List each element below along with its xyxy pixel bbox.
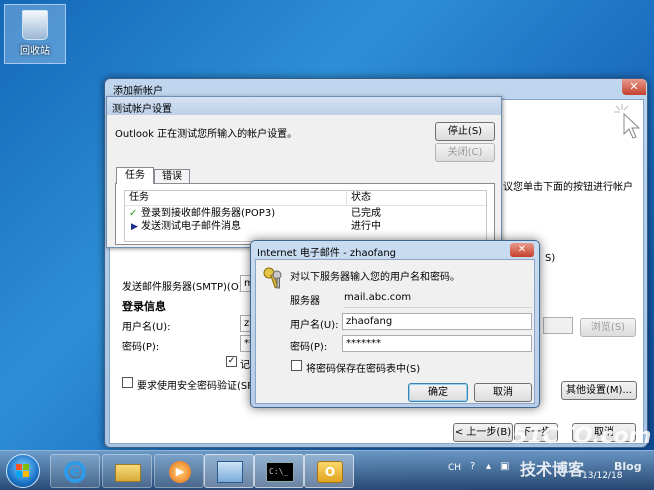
check-icon: ✓ <box>129 208 138 219</box>
test-dialog-message: Outlook 正在测试您所输入的帐户设置。 <box>115 129 298 140</box>
task-row: ▶ 发送测试电子邮件消息 进行中 <box>125 221 486 233</box>
server-divider <box>344 307 532 308</box>
taskbar-media-player[interactable]: ▶ <box>154 454 204 488</box>
login-username-field[interactable]: zhaofang <box>342 313 532 330</box>
login-close-button[interactable]: ✕ <box>510 243 534 257</box>
outgoing-server-label: 发送邮件服务器(SMTP)(O): <box>122 282 246 293</box>
login-ok-button[interactable]: 确定 <box>408 383 468 402</box>
task-row: ✓ 登录到接收邮件服务器(POP3) 已完成 <box>125 208 486 220</box>
start-button[interactable] <box>6 454 40 488</box>
wizard-partial-text: S) <box>545 253 556 264</box>
taskbar-cmd[interactable]: C:\_ <box>254 454 304 488</box>
login-dialog-title: Internet 电子邮件 - zhaofang <box>257 248 397 259</box>
recycle-bin-icon <box>22 10 48 40</box>
back-button[interactable]: < 上一步(B) <box>453 423 513 442</box>
spa-checkbox[interactable] <box>122 377 133 388</box>
test-account-dialog: 测试帐户设置 Outlook 正在测试您所输入的帐户设置。 停止(S) 关闭(C… <box>106 96 502 248</box>
login-cancel-button[interactable]: 取消 <box>474 383 532 402</box>
wizard-instruction-text: 议您单击下面的按钮进行帐户 <box>503 182 633 193</box>
task-status: 已完成 <box>351 208 381 219</box>
arrow-right-icon: ▶ <box>131 222 138 232</box>
taskbar-outlook[interactable]: O <box>304 454 354 488</box>
task-list: 任务 状态 ✓ 登录到接收邮件服务器(POP3) 已完成 ▶ 发送测试电子邮件消… <box>124 190 487 242</box>
taskbar-ie[interactable]: e <box>50 454 100 488</box>
test-dialog-titlebar: 测试帐户设置 <box>107 97 501 115</box>
login-prompt: 对以下服务器输入您的用户名和密码。 <box>290 272 460 283</box>
column-header-task[interactable]: 任务 <box>125 191 347 206</box>
login-dialog-body: 对以下服务器输入您的用户名和密码。 服务器 mail.abc.com 用户名(U… <box>255 259 535 404</box>
cmd-icon: C:\_ <box>266 462 294 482</box>
more-settings-button[interactable]: 其他设置(M)... <box>561 381 637 400</box>
login-username-label: 用户名(U): <box>290 320 339 331</box>
tab-errors[interactable]: 错误 <box>154 169 190 184</box>
mail-login-dialog: Internet 电子邮件 - zhaofang ✕ 对以下服务器输入您的用户名… <box>250 240 540 408</box>
login-section-heading: 登录信息 <box>122 300 166 313</box>
recycle-bin-shortcut[interactable]: 回收站 <box>4 4 66 64</box>
password-label: 密码(P): <box>122 342 160 353</box>
ie-icon: e <box>64 461 86 483</box>
control-panel-icon <box>217 461 243 483</box>
browse-button[interactable]: 浏览(S) <box>580 318 636 337</box>
window-title: 添加新帐户 <box>113 86 163 97</box>
outlook-icon: O <box>317 461 343 483</box>
server-value: mail.abc.com <box>344 292 412 303</box>
network-icon[interactable]: ▣ <box>500 461 509 472</box>
wizard-disabled-field <box>543 317 573 334</box>
watermark-blog: Blog <box>614 460 642 473</box>
task-status: 进行中 <box>351 221 381 232</box>
wizard-cursor-icon <box>614 104 641 139</box>
column-header-status[interactable]: 状态 <box>347 191 486 206</box>
taskbar-explorer[interactable] <box>102 454 152 488</box>
login-password-field[interactable]: ******* <box>342 335 532 352</box>
spa-label: 要求使用安全密码验证(SPA) <box>137 381 264 392</box>
close-button[interactable]: 关闭(C) <box>435 143 495 162</box>
watermark-sub: 技术博客 <box>520 460 585 479</box>
test-dialog-title: 测试帐户设置 <box>112 104 172 115</box>
windows-logo-icon <box>16 464 29 477</box>
server-label: 服务器 <box>290 296 320 307</box>
save-password-label: 将密码保存在密码表中(S) <box>306 364 421 375</box>
tasks-panel: 任务 状态 ✓ 登录到接收邮件服务器(POP3) 已完成 ▶ 发送测试电子邮件消… <box>115 183 495 245</box>
taskbar-control-panel[interactable] <box>204 454 254 488</box>
watermark-site: 51CTO.com <box>512 424 652 449</box>
task-name: 登录到接收邮件服务器(POP3) <box>141 208 276 219</box>
explorer-icon <box>115 464 141 482</box>
tab-tasks[interactable]: 任务 <box>116 167 154 184</box>
keys-icon <box>263 267 282 289</box>
task-name: 发送测试电子邮件消息 <box>141 221 241 232</box>
stop-button[interactable]: 停止(S) <box>435 122 495 141</box>
help-icon[interactable]: ? <box>470 461 475 472</box>
remember-password-checkbox[interactable]: ✓ <box>226 356 237 367</box>
save-password-checkbox[interactable] <box>291 360 302 371</box>
window-close-button[interactable]: ✕ <box>622 79 646 95</box>
tray-expand-icon[interactable]: ▴ <box>486 461 491 472</box>
language-indicator[interactable]: CH <box>448 463 461 473</box>
media-player-icon: ▶ <box>169 461 191 483</box>
recycle-bin-label: 回收站 <box>20 46 50 57</box>
username-label: 用户名(U): <box>122 322 171 333</box>
login-password-label: 密码(P): <box>290 342 328 353</box>
